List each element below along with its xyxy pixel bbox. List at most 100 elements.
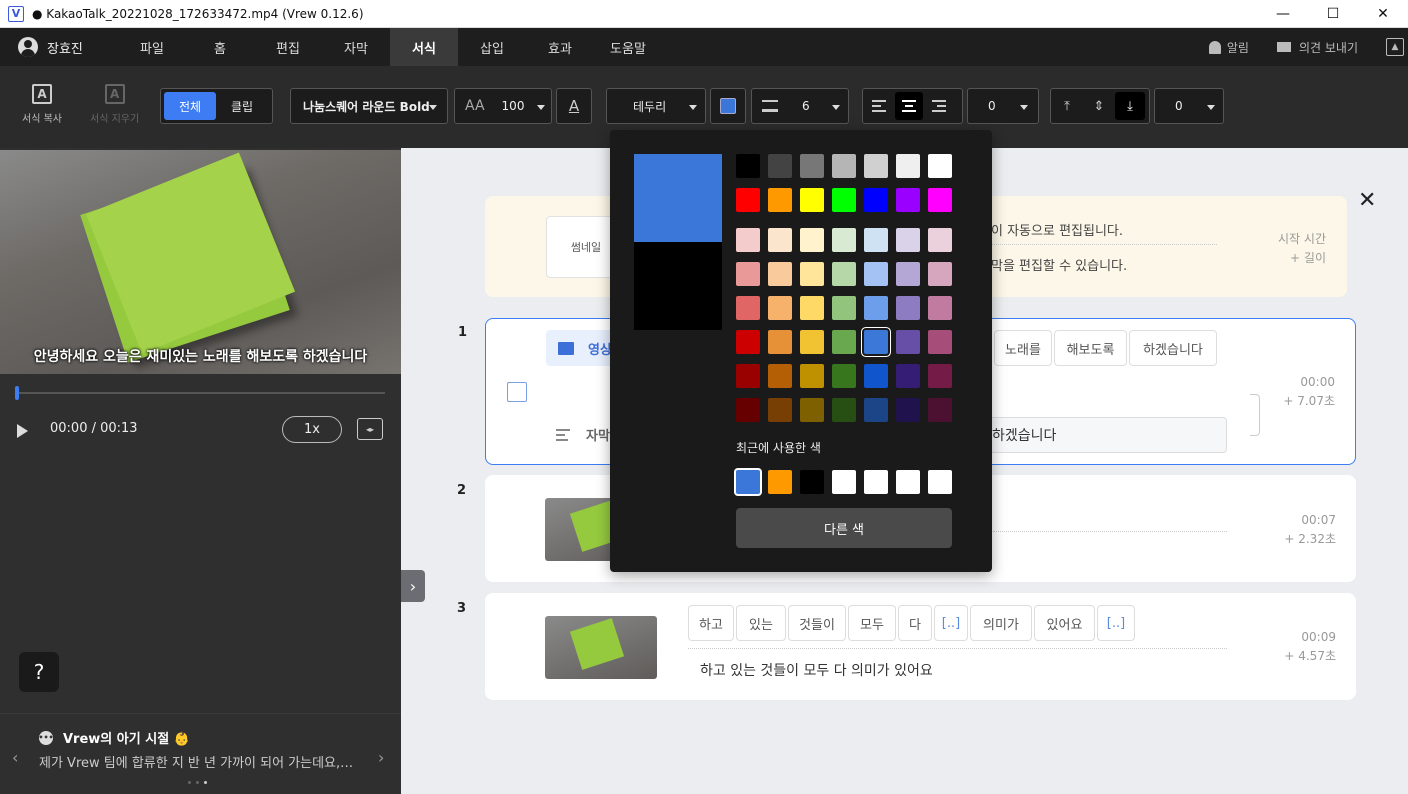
color-swatch[interactable] xyxy=(896,228,920,252)
font-select[interactable]: 나눔스퀘어 라운드 Bold xyxy=(290,88,448,124)
clear-format-button[interactable]: A 서식 지우기 xyxy=(90,84,139,125)
recent-color-swatch[interactable] xyxy=(736,470,760,494)
color-swatch[interactable] xyxy=(928,154,952,178)
recent-color-swatch[interactable] xyxy=(896,470,920,494)
color-swatch[interactable] xyxy=(736,262,760,286)
color-swatch[interactable] xyxy=(736,154,760,178)
color-swatch[interactable] xyxy=(896,262,920,286)
clip-checkbox[interactable] xyxy=(507,382,527,402)
color-swatch[interactable] xyxy=(768,296,792,320)
notifications-button[interactable]: 알림 xyxy=(1208,39,1249,56)
seek-bar[interactable] xyxy=(15,392,385,394)
feedback-button[interactable]: 의견 보내기 xyxy=(1276,39,1358,56)
word-chip[interactable]: 하겠습니다 xyxy=(1129,330,1217,366)
color-swatch[interactable] xyxy=(800,398,824,422)
color-swatch[interactable] xyxy=(832,330,856,354)
color-swatch[interactable] xyxy=(768,330,792,354)
color-swatch[interactable] xyxy=(832,188,856,212)
recent-color-swatch[interactable] xyxy=(800,470,824,494)
color-swatch[interactable] xyxy=(896,398,920,422)
page-dot-active[interactable] xyxy=(204,781,207,784)
color-swatch[interactable] xyxy=(896,330,920,354)
color-swatch[interactable] xyxy=(928,398,952,422)
color-swatch[interactable] xyxy=(864,154,888,178)
gap-chip[interactable]: [..] xyxy=(1097,605,1135,641)
recent-color-swatch[interactable] xyxy=(832,470,856,494)
align-left-icon[interactable] xyxy=(863,92,895,120)
scope-clip-button[interactable]: 클립 xyxy=(216,92,268,120)
news-banner[interactable]: ‹ ••• Vrew의 아기 시절 👶 제가 Vrew 팀에 합류한 지 반 년… xyxy=(0,713,401,794)
color-swatch[interactable] xyxy=(768,228,792,252)
maximize-button[interactable]: ☐ xyxy=(1308,0,1358,28)
close-window-button[interactable]: ✕ xyxy=(1358,0,1408,28)
subtitle-text[interactable]: 하고 있는 것들이 모두 다 의미가 있어요 xyxy=(700,660,933,680)
align-right-icon[interactable] xyxy=(923,92,955,120)
color-swatch[interactable] xyxy=(832,364,856,388)
outline-color-button[interactable] xyxy=(710,88,746,124)
word-chip[interactable]: 있는 xyxy=(736,605,786,641)
color-swatch[interactable] xyxy=(768,262,792,286)
word-chip[interactable]: 의미가 xyxy=(970,605,1032,641)
word-chip[interactable]: 것들이 xyxy=(788,605,846,641)
color-swatch[interactable] xyxy=(864,228,888,252)
menu-edit[interactable]: 편집 xyxy=(254,28,322,66)
color-swatch[interactable] xyxy=(896,154,920,178)
color-swatch[interactable] xyxy=(800,188,824,212)
page-dot[interactable] xyxy=(196,781,199,784)
color-swatch[interactable] xyxy=(832,296,856,320)
color-swatch[interactable] xyxy=(832,228,856,252)
color-swatch[interactable] xyxy=(864,398,888,422)
align-bottom-icon[interactable]: ⤓ xyxy=(1115,92,1145,120)
color-swatch[interactable] xyxy=(736,364,760,388)
menu-insert[interactable]: 삽입 xyxy=(458,28,526,66)
copy-format-button[interactable]: A 서식 복사 xyxy=(22,84,62,125)
color-swatch[interactable] xyxy=(832,154,856,178)
letter-spacing-select[interactable]: 0 xyxy=(967,88,1039,124)
color-swatch[interactable] xyxy=(864,296,888,320)
color-swatch[interactable] xyxy=(736,188,760,212)
color-swatch[interactable] xyxy=(896,296,920,320)
color-swatch[interactable] xyxy=(768,154,792,178)
fit-screen-icon[interactable]: ◂▸ xyxy=(357,418,383,440)
align-top-icon[interactable]: ⤒ xyxy=(1051,92,1083,120)
word-chip[interactable]: 모두 xyxy=(848,605,896,641)
word-chip[interactable]: 있어요 xyxy=(1034,605,1095,641)
color-swatch[interactable] xyxy=(800,154,824,178)
color-swatch[interactable] xyxy=(928,330,952,354)
color-swatch[interactable] xyxy=(832,262,856,286)
font-size-select[interactable]: AA 100 xyxy=(454,88,552,124)
color-swatch[interactable] xyxy=(928,228,952,252)
menu-help[interactable]: 도움말 xyxy=(594,28,662,66)
news-next-icon[interactable]: › xyxy=(378,748,384,767)
color-swatch[interactable] xyxy=(736,296,760,320)
expand-panel-button[interactable]: › xyxy=(401,570,425,602)
more-colors-button[interactable]: 다른 색 xyxy=(736,508,952,548)
color-swatch[interactable] xyxy=(736,228,760,252)
color-swatch[interactable] xyxy=(896,188,920,212)
collapse-toolbar-icon[interactable]: ▲ xyxy=(1386,38,1404,56)
minimize-button[interactable]: — xyxy=(1258,0,1308,28)
color-swatch[interactable] xyxy=(800,296,824,320)
clip-thumbnail[interactable] xyxy=(545,616,657,679)
gap-chip[interactable]: [..] xyxy=(934,605,968,641)
align-middle-icon[interactable]: ⇕ xyxy=(1083,92,1115,120)
scope-all-button[interactable]: 전체 xyxy=(164,92,216,120)
menu-effects[interactable]: 효과 xyxy=(526,28,594,66)
recent-color-swatch[interactable] xyxy=(768,470,792,494)
menu-home[interactable]: 홈 xyxy=(186,28,254,66)
play-icon[interactable] xyxy=(17,424,28,438)
menu-subtitle[interactable]: 자막 xyxy=(322,28,390,66)
color-swatch[interactable] xyxy=(768,364,792,388)
page-dot[interactable] xyxy=(188,781,191,784)
color-swatch[interactable] xyxy=(928,262,952,286)
text-color-button[interactable]: A xyxy=(556,88,592,124)
color-swatch[interactable] xyxy=(864,188,888,212)
vertical-offset-select[interactable]: 0 xyxy=(1154,88,1224,124)
color-swatch[interactable] xyxy=(928,188,952,212)
color-swatch[interactable] xyxy=(800,330,824,354)
color-swatch[interactable] xyxy=(800,228,824,252)
color-swatch[interactable] xyxy=(832,398,856,422)
color-swatch[interactable] xyxy=(768,188,792,212)
user-menu[interactable]: 장효진 xyxy=(18,37,118,57)
recent-color-swatch[interactable] xyxy=(928,470,952,494)
